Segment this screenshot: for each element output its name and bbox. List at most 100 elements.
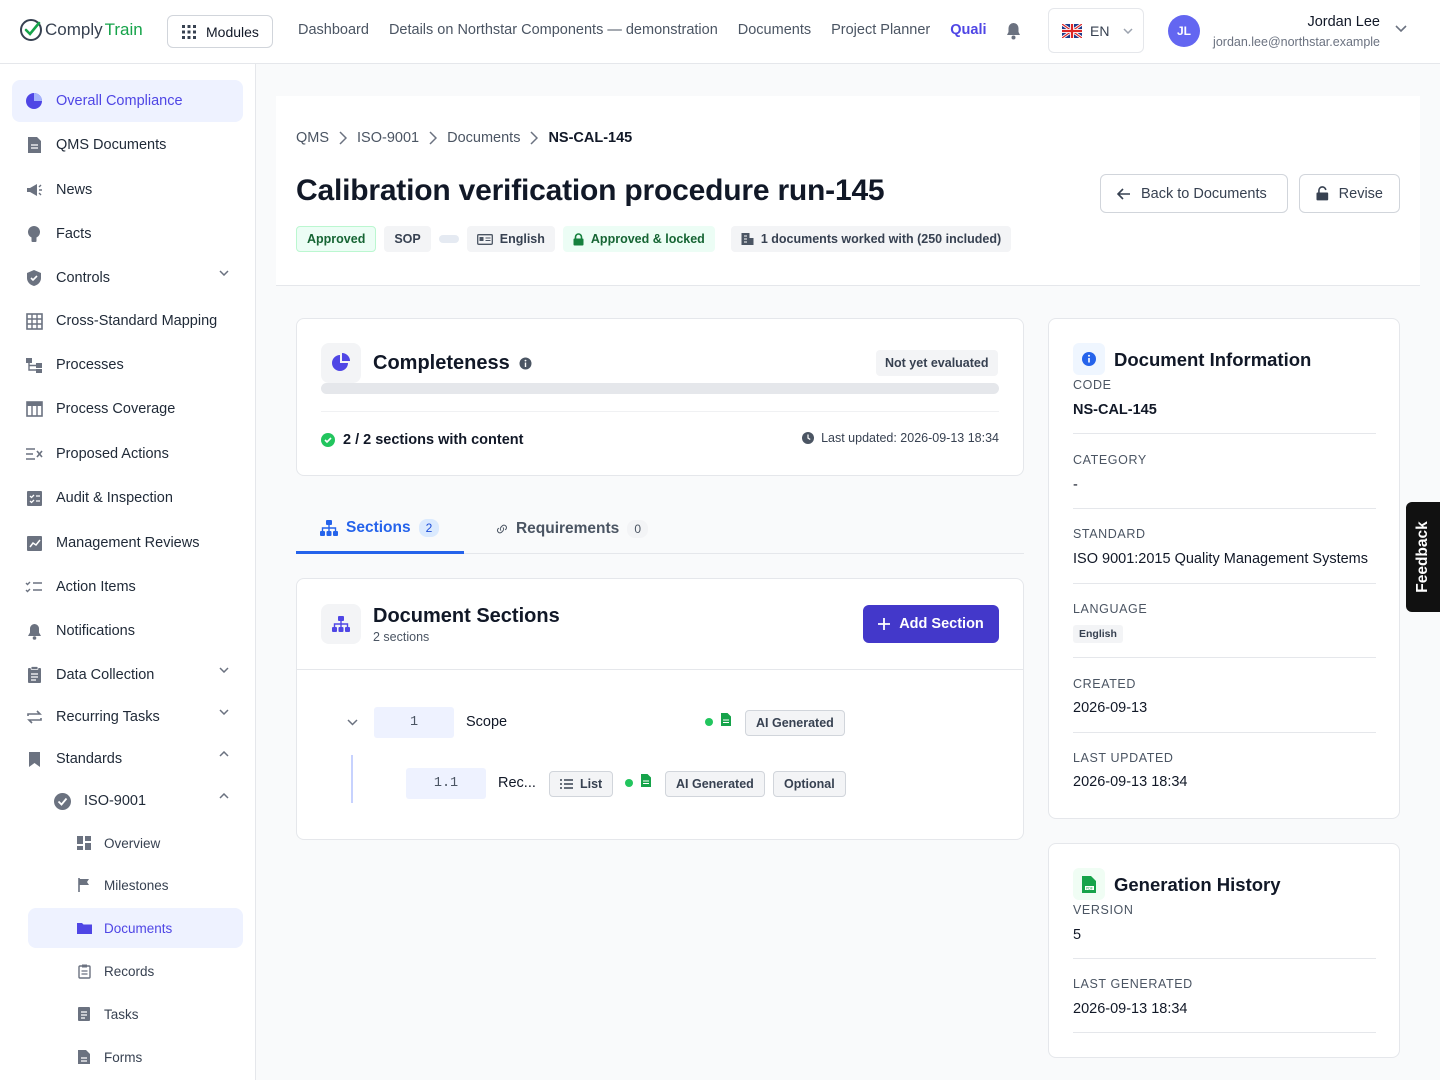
sidebar-item-qms-documents[interactable]: QMS Documents [12, 124, 243, 166]
document-icon [24, 135, 44, 155]
empty-badge [438, 235, 459, 243]
sidebar-item-label: Facts [56, 226, 92, 242]
generation-history-title: Generation History [1114, 874, 1281, 895]
last-updated-label: LAST UPDATED [1073, 751, 1174, 765]
sidebar-subitem-overview[interactable]: Overview [28, 823, 243, 863]
last-generated-label: LAST GENERATED [1073, 977, 1193, 991]
tab-requirements[interactable]: Requirements 0 [472, 504, 672, 554]
language-card-icon [476, 233, 493, 245]
sidebar-item-action-items[interactable]: Action Items [12, 566, 243, 608]
sidebar-item-label: Controls [56, 270, 110, 286]
content-status-dot [705, 718, 713, 726]
user-avatar[interactable]: JL [1168, 15, 1200, 47]
sidebar-item-data-collection[interactable]: Data Collection [12, 654, 243, 696]
language-selector[interactable]: EN [1048, 8, 1144, 53]
feedback-tab[interactable]: Feedback [1406, 502, 1440, 612]
notifications-bell-icon[interactable] [1005, 22, 1022, 40]
app-logo[interactable]: Comply Train [19, 18, 143, 42]
sidebar-subitem-label: Overview [104, 835, 161, 851]
sidebar-subitem-forms[interactable]: Forms [28, 1037, 243, 1077]
sidebar-item-label: Data Collection [56, 667, 155, 683]
tab-requirements-count: 0 [627, 520, 648, 538]
sidebar-subitem-documents[interactable]: Documents [28, 908, 243, 948]
sections-tree-icon [321, 604, 361, 644]
table-icon [24, 399, 44, 419]
sidebar-item-proposed-actions[interactable]: Proposed Actions [12, 433, 243, 475]
sidebar-item-overall-compliance[interactable]: Overall Compliance [12, 80, 243, 122]
user-name: Jordan Lee [1307, 14, 1380, 30]
type-badge: SOP [384, 226, 431, 252]
nav-documents[interactable]: Documents [738, 22, 811, 38]
nav-dashboard[interactable]: Dashboard [298, 22, 369, 38]
language-badge-label: English [499, 232, 545, 246]
sidebar-item-label: Overall Compliance [56, 93, 183, 109]
tab-sections[interactable]: Sections 2 [296, 504, 464, 554]
sidebar-item-notifications[interactable]: Notifications [12, 610, 243, 652]
section-title[interactable]: Scope [466, 714, 507, 730]
breadcrumb-qms[interactable]: QMS [296, 130, 329, 146]
dashboard-icon [76, 835, 92, 851]
sidebar-item-label: Standards [56, 751, 123, 767]
status-badge: Approved [296, 226, 377, 252]
revise-button[interactable]: Revise [1299, 174, 1400, 213]
sidebar-item-iso-9001[interactable]: ISO-9001 [40, 780, 243, 822]
nav-company-details[interactable]: Details on Northstar Components — demons… [389, 22, 718, 38]
sidebar-item-facts[interactable]: Facts [12, 213, 243, 255]
section-number: 1 [374, 707, 454, 738]
sidebar-item-label: Recurring Tasks [56, 709, 160, 725]
section-title[interactable]: Rec... [498, 775, 536, 791]
building-doc-icon [741, 233, 754, 245]
sidebar-subitem-records[interactable]: Records [28, 951, 243, 991]
evaluation-status-badge: Not yet evaluated [876, 350, 998, 376]
user-menu-chevron-icon[interactable] [1395, 25, 1407, 32]
back-to-documents-button[interactable]: Back to Documents [1100, 174, 1288, 213]
grid-icon [182, 24, 196, 39]
flag-icon [76, 877, 92, 893]
sidebar-item-standards[interactable]: Standards [12, 738, 243, 780]
locked-badge: Approved & locked [562, 226, 715, 252]
folder-icon [76, 920, 92, 936]
brand-name-a: Comply [45, 20, 103, 39]
collapse-chevron-icon[interactable] [347, 719, 358, 726]
completeness-pie-icon [321, 343, 361, 383]
sidebar-item-processes[interactable]: Processes [12, 344, 243, 386]
sidebar-subitem-milestones[interactable]: Milestones [28, 865, 243, 905]
usage-badge: 1 documents worked with (250 included) [730, 226, 1012, 252]
add-section-button[interactable]: Add Section [863, 605, 999, 643]
sidebar-item-label: Notifications [56, 623, 135, 639]
info-circle-icon [1073, 343, 1105, 375]
sections-content-status: 2 / 2 sections with content [321, 432, 523, 448]
sidebar-item-label: ISO-9001 [84, 793, 147, 809]
page-title: Calibration verification procedure run-1… [296, 174, 885, 207]
sidebar-item-management-reviews[interactable]: Management Reviews [12, 522, 243, 564]
revise-button-label: Revise [1338, 185, 1383, 202]
chevron-right-icon [339, 131, 348, 145]
top-navigation: Dashboard Details on Northstar Component… [298, 22, 987, 38]
tree-connector-line [351, 755, 353, 803]
last-updated: Last updated: 2026-09-13 18:34 [802, 431, 999, 445]
standard-label: STANDARD [1073, 527, 1146, 541]
divider [1073, 657, 1376, 658]
sidebar-item-recurring-tasks[interactable]: Recurring Tasks [12, 696, 243, 738]
sidebar-item-controls[interactable]: Controls [12, 257, 243, 299]
sidebar-item-process-coverage[interactable]: Process Coverage [12, 388, 243, 430]
sidebar-item-label: Processes [56, 357, 124, 373]
modules-button[interactable]: Modules [167, 15, 273, 48]
tab-sections-label: Sections [346, 518, 411, 536]
breadcrumb-iso-9001[interactable]: ISO-9001 [357, 130, 419, 146]
ai-generated-tag: AI Generated [745, 710, 845, 736]
nav-project-planner[interactable]: Project Planner [831, 22, 930, 38]
sidebar-item-news[interactable]: News [12, 169, 243, 211]
sidebar-subitem-tasks[interactable]: Tasks [28, 994, 243, 1034]
back-button-label: Back to Documents [1141, 185, 1267, 202]
document-information-card: Document Information CODE NS-CAL-145 CAT… [1048, 318, 1400, 819]
nav-quality[interactable]: Quali [950, 22, 986, 38]
breadcrumb-documents[interactable]: Documents [447, 130, 520, 146]
sidebar-item-cross-standard-mapping[interactable]: Cross-Standard Mapping [12, 300, 243, 342]
document-tabs: Sections 2 Requirements 0 [296, 504, 1024, 554]
task-icon [76, 1006, 92, 1022]
sidebar-subitem-label: Milestones [104, 877, 169, 893]
sidebar-item-label: Action Items [56, 579, 136, 595]
info-icon[interactable] [519, 357, 532, 370]
sidebar-item-audit-inspection[interactable]: Audit & Inspection [12, 477, 243, 519]
